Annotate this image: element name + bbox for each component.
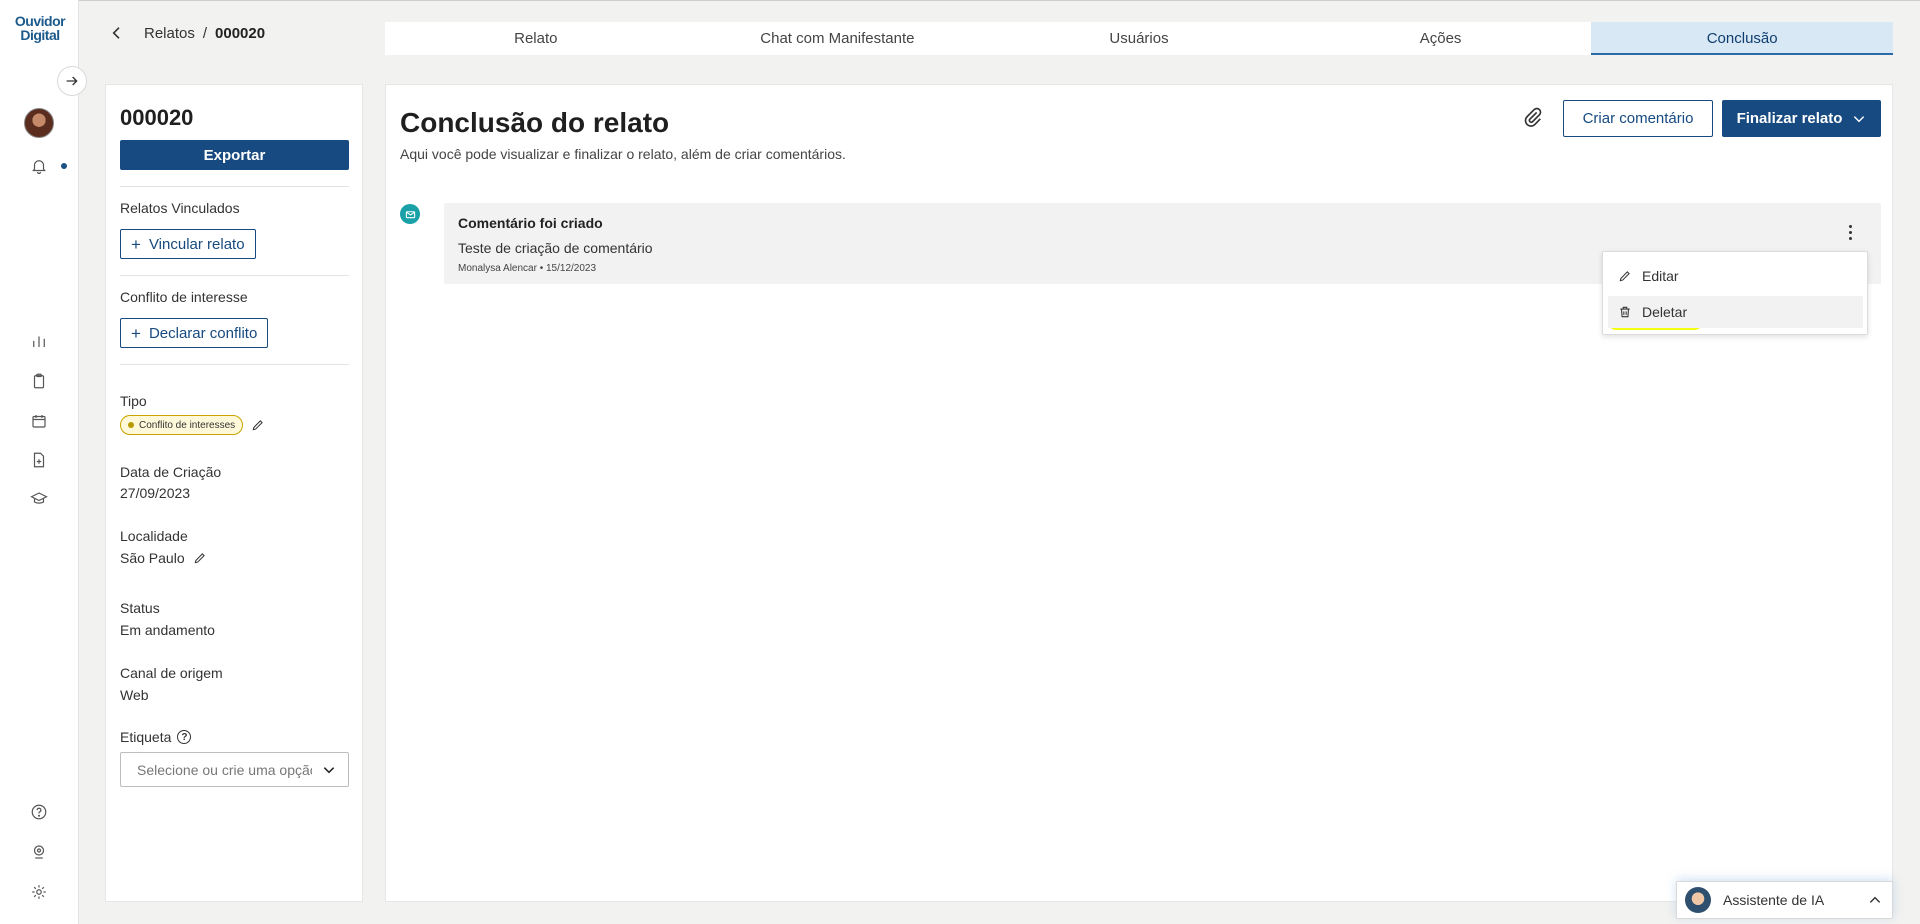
channel-value: Web (120, 687, 149, 703)
trash-icon (1620, 306, 1630, 318)
kebab-menu-icon[interactable] (1839, 221, 1861, 243)
divider (120, 186, 349, 187)
logo-line-1: Ouvidor (14, 13, 66, 29)
pencil-icon (1619, 271, 1630, 282)
created-value: 27/09/2023 (120, 485, 191, 501)
tab-chat[interactable]: Chat com Manifestante (687, 22, 989, 55)
finalize-relato-button[interactable]: Finalizar relato (1722, 100, 1881, 137)
divider (120, 364, 349, 365)
location-row: São Paulo (120, 550, 207, 566)
declare-conflict-label: Declarar conflito (148, 324, 258, 342)
help-circle-icon[interactable] (28, 801, 50, 823)
relato-id: 000020 (120, 105, 194, 130)
app-logo[interactable]: Ouvidor Digital (11, 14, 69, 42)
event-meta: Monalysa Alencar • 15/12/2023 (458, 263, 597, 274)
location-label: Localidade (120, 528, 188, 544)
tag-label: Etiqueta (120, 729, 172, 745)
tab-acoes[interactable]: Ações (1290, 22, 1592, 55)
clipboard-icon[interactable] (28, 370, 50, 392)
file-add-icon[interactable] (28, 449, 50, 471)
page-title: Conclusão do relato (400, 107, 670, 138)
arrow-right-icon (66, 76, 78, 86)
help-icon[interactable]: ? (177, 730, 192, 744)
chevron-down-icon (323, 766, 335, 773)
event-actions-menu: Editar Deletar (1602, 251, 1868, 335)
breadcrumb-separator: / (202, 24, 208, 42)
event-title: Comentário foi criado (458, 215, 603, 231)
tab-usuarios[interactable]: Usuários (988, 22, 1290, 55)
linked-relatos-label: Relatos Vinculados (120, 200, 240, 216)
tab-conclusao[interactable]: Conclusão (1591, 22, 1893, 55)
breadcrumb-parent[interactable]: Relatos (144, 25, 195, 42)
conflict-label: Conflito de interesse (120, 289, 248, 305)
link-relato-button[interactable]: + Vincular relato (120, 229, 256, 259)
tipo-badge: Conflito de interesses (120, 415, 244, 435)
status-label: Status (120, 600, 160, 616)
plus-icon: + (131, 234, 141, 254)
assistant-label: Assistente de IA (1723, 892, 1825, 908)
link-relato-label: Vincular relato (148, 235, 245, 253)
tag-select[interactable]: Selecione ou crie uma opção (120, 752, 349, 787)
calendar-icon[interactable] (28, 410, 50, 432)
menu-item-edit-label: Editar (1642, 268, 1679, 284)
tab-relato[interactable]: Relato (385, 22, 687, 55)
tag-select-placeholder: Selecione ou crie uma opção (137, 761, 312, 778)
menu-item-edit[interactable]: Editar (1608, 260, 1863, 292)
plus-icon: + (131, 323, 141, 343)
expand-sidebar-button[interactable] (57, 66, 87, 96)
paperclip-icon[interactable] (1522, 106, 1544, 128)
location-value: São Paulo (120, 550, 185, 566)
export-button[interactable]: Exportar (120, 140, 349, 170)
ai-assistant-widget[interactable]: Assistente de IA (1676, 881, 1893, 919)
event-body: Teste de criação de comentário (458, 240, 653, 256)
window-top-border (0, 0, 1920, 1)
tipo-row: Conflito de interesses (120, 415, 265, 435)
created-label: Data de Criação (120, 464, 222, 480)
assistant-avatar (1685, 887, 1711, 913)
bell-icon[interactable] (28, 155, 50, 177)
chevron-down-icon (1854, 115, 1865, 122)
badge-dot (128, 422, 134, 428)
chevron-up-icon[interactable] (1868, 893, 1882, 907)
channel-label: Canal de origem (120, 665, 223, 681)
breadcrumb: Relatos / 000020 (106, 22, 265, 44)
relato-details-panel: 000020 Exportar Relatos Vinculados + Vin… (105, 84, 363, 902)
status-value: Em andamento (120, 622, 215, 638)
conclusion-panel: Conclusão do relato Aqui você pode visua… (385, 84, 1893, 902)
chevron-left-icon (112, 27, 120, 39)
notification-dot (61, 163, 67, 169)
delete-highlight: Deletar (1608, 298, 1704, 330)
create-comment-button[interactable]: Criar comentário (1563, 100, 1713, 137)
menu-item-delete-label: Deletar (1642, 304, 1688, 320)
menu-item-delete[interactable]: Deletar (1608, 296, 1863, 330)
tipo-label: Tipo (120, 393, 147, 409)
page-subtitle: Aqui você pode visualizar e finalizar o … (400, 146, 846, 162)
tag-label-row: Etiqueta ? (120, 729, 192, 745)
pencil-icon[interactable] (251, 418, 265, 432)
user-avatar[interactable] (24, 108, 54, 138)
pencil-icon[interactable] (193, 551, 207, 565)
bar-chart-icon[interactable] (28, 330, 50, 352)
envelope-icon (400, 204, 420, 224)
gear-icon[interactable] (28, 881, 50, 903)
tipo-value: Conflito de interesses (139, 419, 236, 431)
finalize-relato-label: Finalizar relato (1736, 110, 1843, 127)
left-rail: Ouvidor Digital (0, 0, 79, 924)
graduation-cap-icon[interactable] (28, 488, 50, 510)
back-button[interactable] (106, 22, 128, 44)
breadcrumb-current: 000020 (215, 24, 266, 42)
tab-bar: Relato Chat com Manifestante Usuários Aç… (385, 22, 1893, 55)
declare-conflict-button[interactable]: + Declarar conflito (120, 318, 269, 348)
divider (120, 275, 349, 276)
webcam-icon[interactable] (28, 841, 50, 863)
logo-line-2: Digital (20, 27, 60, 43)
